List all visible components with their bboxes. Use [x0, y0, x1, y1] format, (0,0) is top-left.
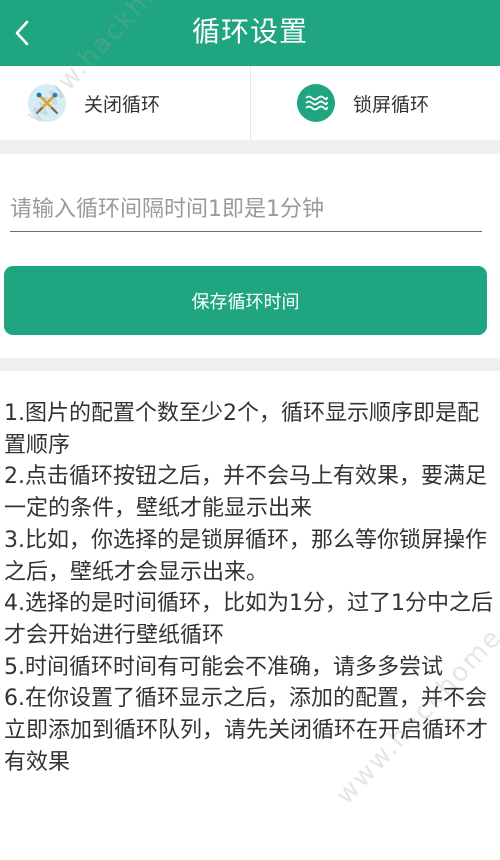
instruction-item: 6.在你设置了循环显示之后，添加的配置，并不会立即添加到循环队列，请先关闭循环在…	[4, 686, 489, 775]
instruction-item: 1.图片的配置个数至少2个，循环显示顺序即是配置顺序	[4, 401, 479, 458]
instruction-item: 2.点击循环按钮之后，并不会马上有效果，要满足一定的条件，壁纸才能显示出来	[4, 464, 487, 522]
waves-icon	[297, 84, 335, 122]
instruction-item: 3.比如，你选择的是锁屏循环，那么等你锁屏操作之后，壁纸才会显示出来。	[4, 527, 487, 585]
crossed-tools-icon	[28, 84, 66, 122]
loop-mode-selector: 关闭循环 锁屏循环	[0, 66, 500, 140]
lockscreen-loop-label: 锁屏循环	[353, 93, 430, 116]
close-loop-label: 关闭循环	[84, 93, 161, 116]
instruction-item: 5.时间循环时间有可能会不准确，请多多尝试	[4, 654, 443, 680]
page-title: 循环设置	[191, 15, 308, 48]
section-divider	[0, 358, 500, 371]
close-loop-option[interactable]: 关闭循环	[0, 66, 250, 140]
lockscreen-loop-option[interactable]: 锁屏循环	[250, 66, 500, 140]
instructions-list: 1.图片的配置个数至少2个，循环显示顺序即是配置顺序 2.点击循环按钮之后，并不…	[4, 398, 494, 778]
top-bar: 循环设置	[0, 0, 500, 66]
loop-interval-input[interactable]	[10, 188, 482, 230]
save-loop-time-button[interactable]: 保存循环时间	[4, 266, 487, 335]
section-divider	[0, 140, 500, 154]
interval-input-wrapper	[10, 188, 482, 232]
instruction-item: 4.选择的是时间循环，比如为1分，过了1分中之后才会开始进行壁纸循环	[4, 591, 493, 648]
